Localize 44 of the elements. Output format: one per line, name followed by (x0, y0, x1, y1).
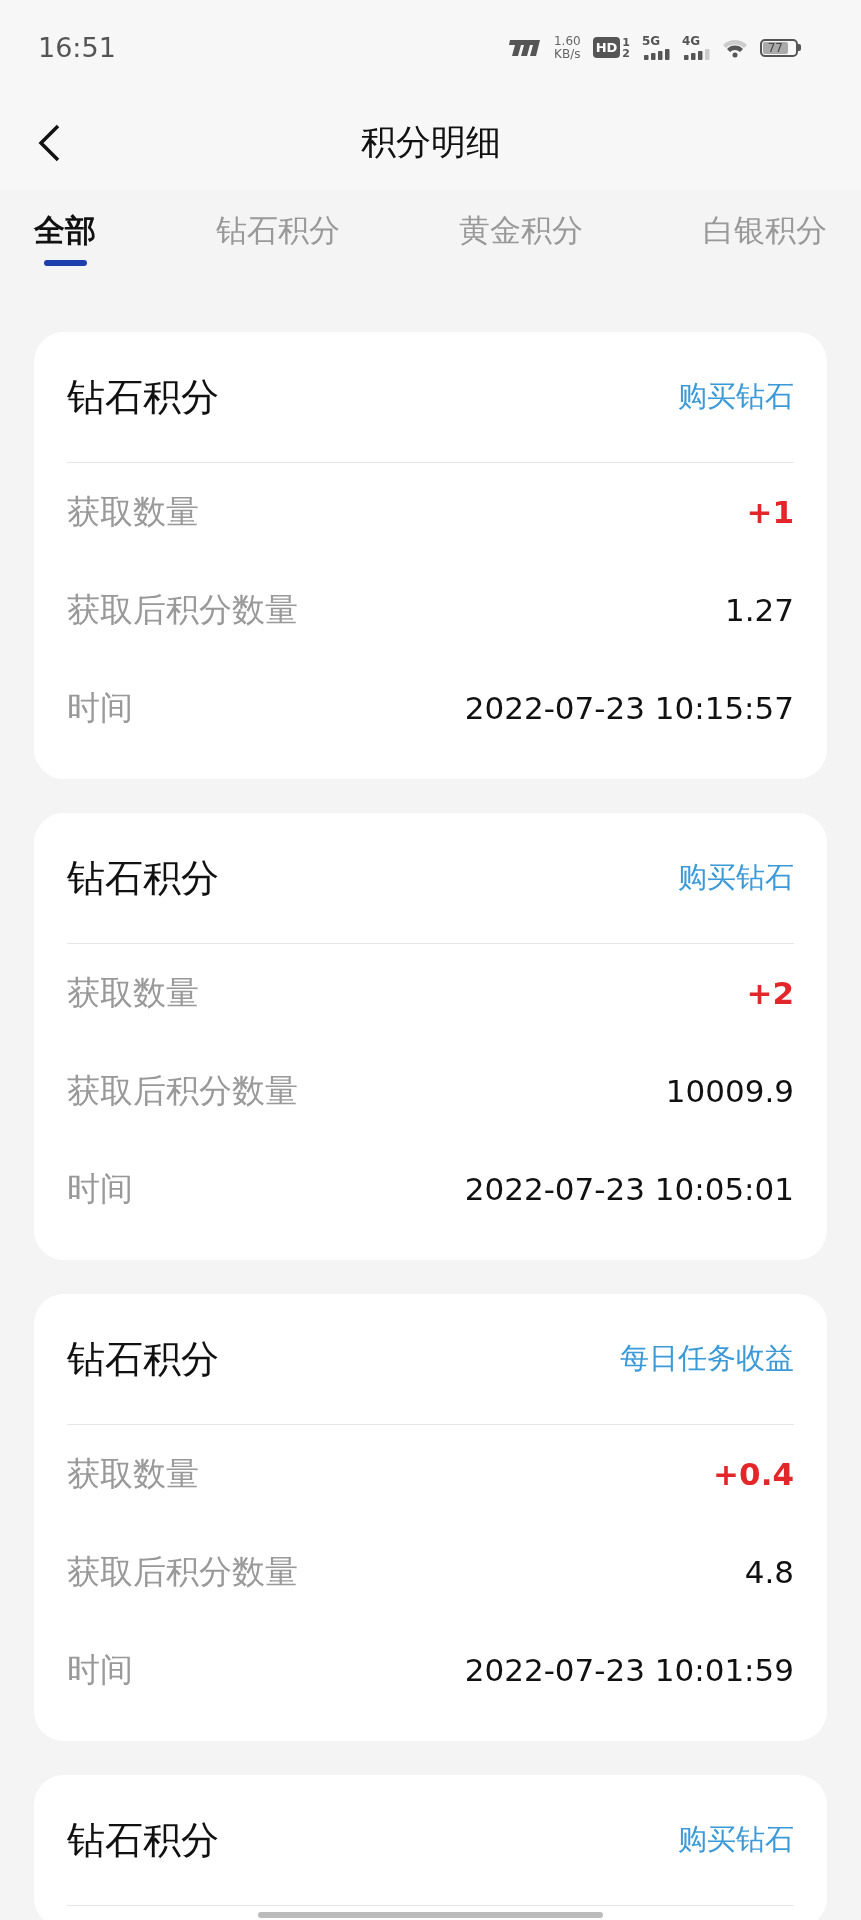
page-title: 积分明细 (360, 121, 501, 164)
field-value: 2022-07-23 10:05:01 (464, 1171, 794, 1207)
field-value: 2022-07-23 10:01:59 (464, 1652, 794, 1688)
signal-icon (642, 47, 670, 60)
field-value: 4.8 (744, 1554, 794, 1590)
tab[interactable]: 白银积分 (702, 210, 827, 290)
network-type: 5G (642, 35, 661, 47)
speed-unit: KB/s (554, 47, 581, 61)
card-title: 钻石积分 (67, 1816, 219, 1864)
field-value: 2022-07-23 10:15:57 (464, 690, 794, 726)
card-title: 钻石积分 (67, 373, 219, 421)
field-label: 时间 (67, 1648, 133, 1691)
field-label: 时间 (67, 1167, 133, 1210)
tab[interactable]: 钻石积分 (215, 210, 340, 290)
field-label: 获取数量 (67, 490, 199, 533)
field-label: 获取数量 (67, 1452, 199, 1495)
back-icon[interactable] (36, 123, 62, 163)
network-type: 4G (682, 35, 701, 47)
battery-level: 77 (767, 40, 783, 55)
tab[interactable]: 全部 (34, 210, 96, 290)
sim-number: 2 (622, 47, 630, 59)
hd-badge: HD (592, 37, 621, 58)
field-label: 获取后积分数量 (67, 1550, 298, 1593)
tab[interactable]: 黄金积分 (459, 210, 584, 290)
source-link[interactable]: 购买钻石 (678, 377, 794, 417)
field-label: 时间 (67, 686, 133, 729)
clock: 16:51 (38, 32, 116, 63)
field-value: 10009.9 (665, 1073, 794, 1109)
card-title: 钻石积分 (67, 1335, 219, 1383)
source-link[interactable]: 购买钻石 (678, 1820, 794, 1860)
field-label: 获取数量 (67, 971, 199, 1014)
card-title: 钻石积分 (67, 854, 219, 902)
source-link[interactable]: 每日任务收益 (620, 1339, 794, 1379)
field-value: +2 (746, 975, 794, 1011)
field-label: 获取后积分数量 (67, 1069, 298, 1112)
source-link[interactable]: 购买钻石 (678, 858, 794, 898)
sim-number: 1 (622, 36, 630, 48)
field-value: +0.4 (713, 1456, 794, 1492)
network-speed: 1.60 (553, 34, 581, 48)
field-label: 获取后积分数量 (67, 588, 298, 631)
wifi-icon (722, 37, 748, 58)
signal-icon (682, 47, 710, 60)
field-value: 1.27 (724, 592, 794, 628)
field-value: +1 (746, 494, 794, 530)
